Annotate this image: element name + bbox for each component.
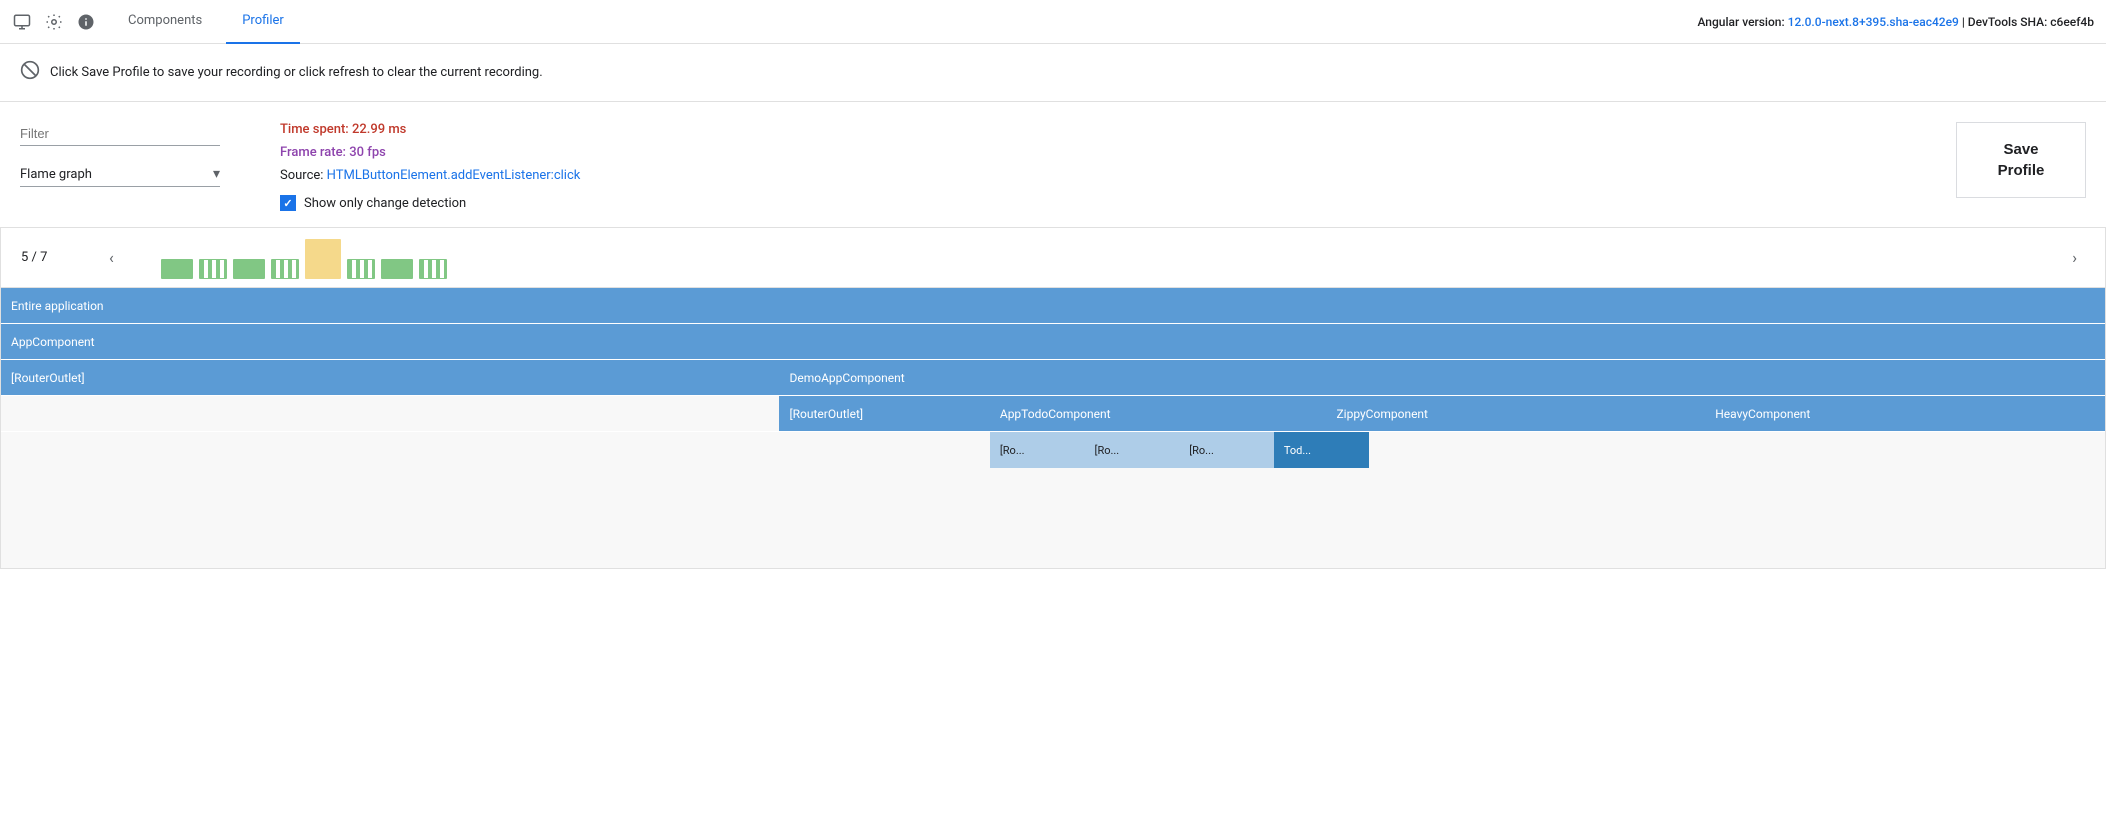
table-row[interactable]: Entire application	[1, 288, 2105, 324]
notice-icon	[20, 60, 40, 85]
zippy-cell[interactable]: ZippyComponent	[1326, 396, 1705, 431]
router-outlet-cell-row3[interactable]: [RouterOutlet]	[1, 360, 779, 395]
sub-cell-4-selected[interactable]: Tod...	[1274, 432, 1369, 468]
mini-bar-1	[161, 259, 193, 279]
version-link[interactable]: 12.0.0-next.8+395.sha-eac42e9	[1788, 15, 1959, 29]
sub-cell-2[interactable]: [Ro...	[1085, 432, 1180, 468]
table-row: [RouterOutlet] DemoAppComponent	[1, 360, 2105, 396]
heavy-cell[interactable]: HeavyComponent	[1705, 396, 2105, 431]
flamegraph-nav: 5 / 7 ‹ › Entire application	[0, 227, 2106, 569]
prev-arrow-icon[interactable]: ‹	[101, 240, 122, 275]
router-outlet-cell-row4[interactable]: [RouterOutlet]	[779, 396, 989, 431]
mini-bar-selected	[305, 239, 341, 279]
notice-text: Click Save Profile to save your recordin…	[50, 65, 543, 80]
main-content: Flame graph ▾ Time spent: 22.99 ms Frame…	[0, 102, 2106, 569]
tab-components[interactable]: Components	[112, 0, 218, 44]
center-controls: Time spent: 22.99 ms Frame rate: 30 fps …	[280, 122, 580, 211]
nav-bar: 5 / 7 ‹ ›	[1, 228, 2105, 288]
settings-icon[interactable]	[44, 12, 64, 32]
source-link[interactable]: HTMLButtonElement.addEventListener:click	[327, 168, 581, 183]
empty-spacer-row5b	[779, 432, 989, 468]
change-detection-checkbox-row: Show only change detection	[280, 195, 580, 211]
sub-cell-1[interactable]: [Ro...	[990, 432, 1085, 468]
change-detection-label: Show only change detection	[304, 196, 466, 211]
tab-profiler[interactable]: Profiler	[226, 0, 300, 44]
info-icon[interactable]	[76, 12, 96, 32]
entire-app-cell[interactable]: Entire application	[1, 288, 2105, 323]
change-detection-checkbox[interactable]	[280, 195, 296, 211]
screen-icon[interactable]	[12, 12, 32, 32]
filter-input[interactable]	[20, 122, 220, 146]
source-row: Source: HTMLButtonElement.addEventListen…	[280, 168, 580, 183]
empty-spacer-row4	[1, 396, 779, 431]
mini-bar-5	[347, 259, 375, 279]
left-controls: Flame graph ▾	[20, 122, 240, 187]
table-row: [RouterOutlet] AppTodoComponent ZippyCom…	[1, 396, 2105, 432]
mini-bar-6	[381, 259, 413, 279]
sub-cell-3[interactable]: [Ro...	[1179, 432, 1274, 468]
dropdown-label: Flame graph	[20, 167, 213, 182]
mini-bars-container	[1, 228, 2105, 287]
time-spent: Time spent: 22.99 ms	[280, 122, 580, 137]
nav-icons	[12, 12, 96, 32]
top-nav: Components Profiler Angular version: 12.…	[0, 0, 2106, 44]
right-controls: SaveProfile	[1956, 122, 2086, 198]
table-row: [Ro... [Ro... [Ro... Tod...	[1, 432, 2105, 468]
mini-bar-3	[233, 259, 265, 279]
page-counter: 5 / 7	[21, 250, 101, 265]
app-todo-cell[interactable]: AppTodoComponent	[990, 396, 1327, 431]
mini-bar-4	[271, 259, 299, 279]
save-profile-button[interactable]: SaveProfile	[1956, 122, 2086, 198]
empty-spacer-row5	[1, 432, 779, 468]
frame-rate: Frame rate: 30 fps	[280, 145, 580, 160]
next-arrow-icon[interactable]: ›	[2064, 240, 2085, 275]
app-component-cell[interactable]: AppComponent	[1, 324, 2105, 359]
flamegraph-area: Entire application AppComponent [RouterO…	[1, 288, 2105, 568]
notice-bar: Click Save Profile to save your recordin…	[0, 44, 2106, 102]
chevron-down-icon: ▾	[213, 166, 220, 182]
mini-bar-7	[419, 259, 447, 279]
version-info: Angular version: 12.0.0-next.8+395.sha-e…	[1697, 15, 2094, 29]
controls-row: Flame graph ▾ Time spent: 22.99 ms Frame…	[0, 122, 2106, 227]
mini-bar-2	[199, 259, 227, 279]
table-row[interactable]: AppComponent	[1, 324, 2105, 360]
view-dropdown[interactable]: Flame graph ▾	[20, 162, 220, 187]
demo-app-cell[interactable]: DemoAppComponent	[779, 360, 2105, 395]
